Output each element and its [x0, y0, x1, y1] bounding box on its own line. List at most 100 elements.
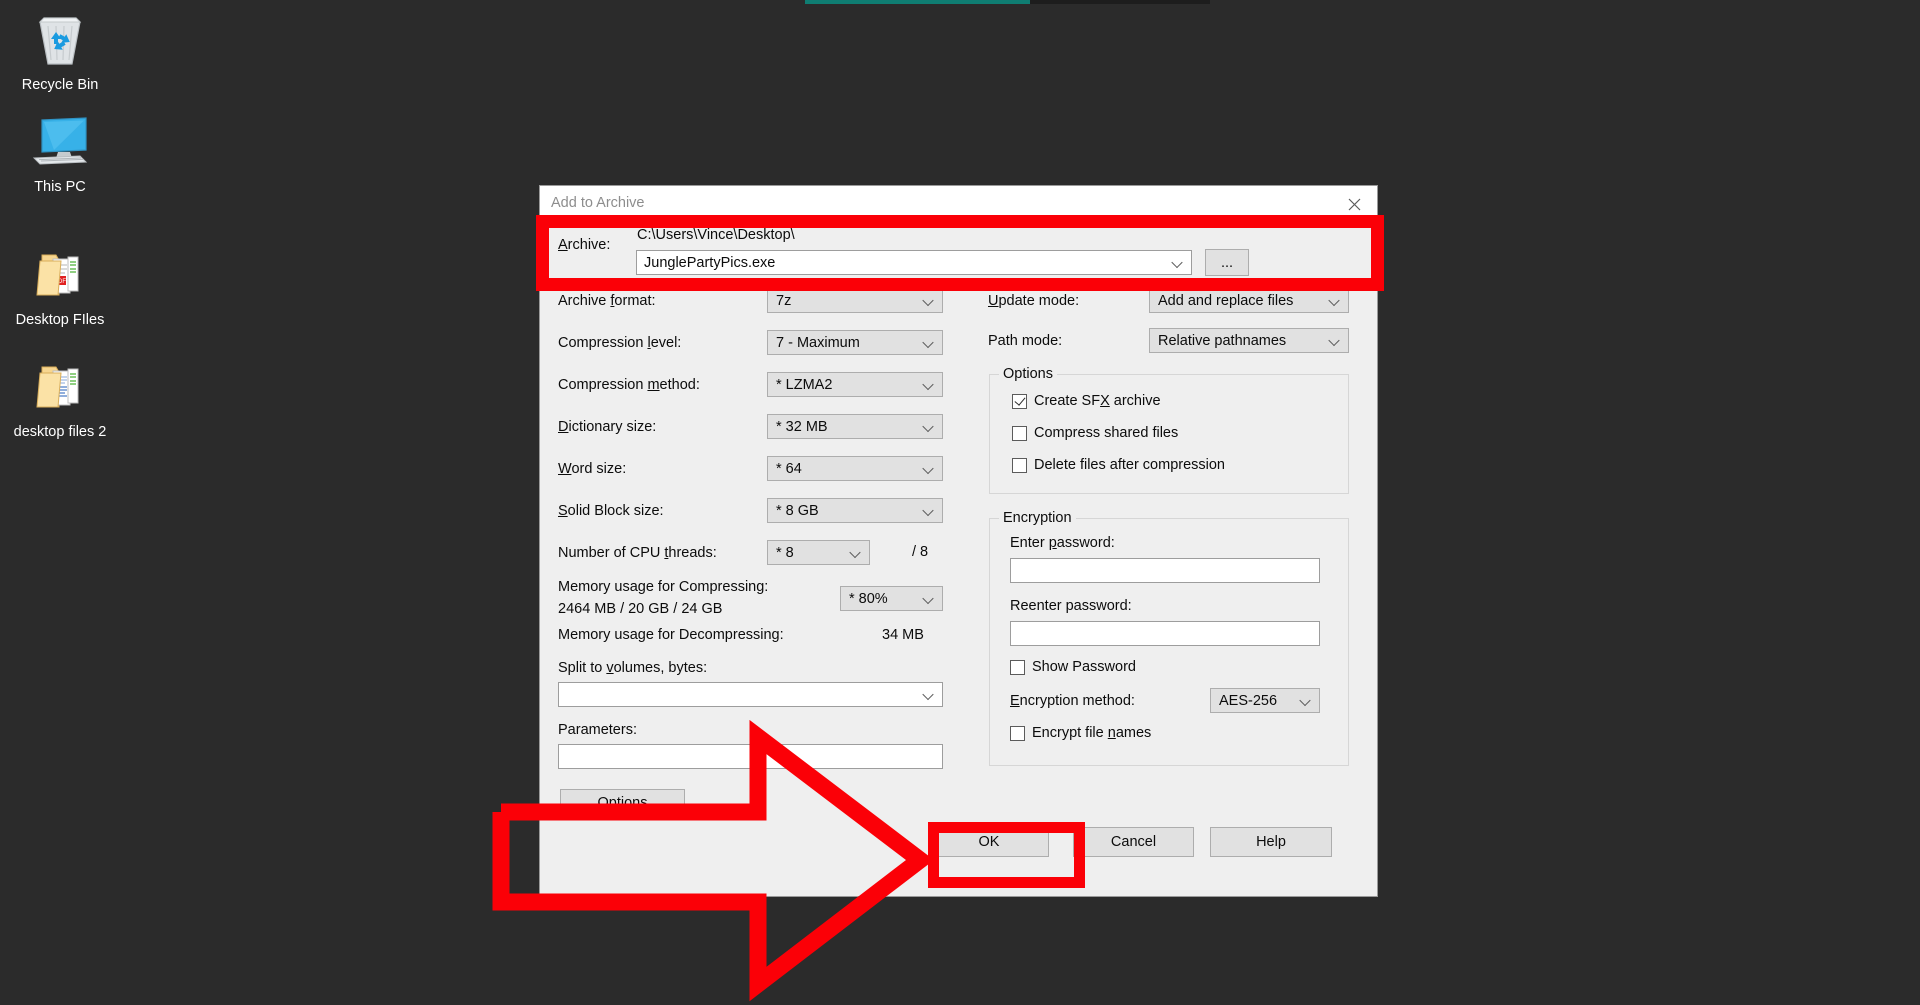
compression-level-value: 7 - Maximum: [776, 334, 860, 351]
compression-method-value: * LZMA2: [776, 376, 833, 393]
memory-compress-label: Memory usage for Compressing:: [558, 579, 769, 595]
options-button[interactable]: Options: [560, 789, 685, 817]
checkbox-box: [1012, 425, 1027, 441]
show-password-label: Show Password: [1032, 659, 1136, 675]
checkbox-box: [1010, 659, 1025, 675]
compress-shared-files-label: Compress shared files: [1034, 425, 1179, 441]
encrypt-file-names-checkbox[interactable]: Encrypt file names: [1010, 725, 1151, 741]
dialog-titlebar[interactable]: Add to Archive: [540, 186, 1377, 222]
ok-button[interactable]: OK: [929, 827, 1049, 857]
chevron-down-icon: [924, 421, 935, 432]
update-mode-value: Add and replace files: [1158, 292, 1294, 309]
reenter-password-label: Reenter password:: [1010, 598, 1132, 614]
archive-format-label: Archive format:: [558, 293, 656, 309]
chevron-down-icon: [924, 689, 935, 700]
chevron-down-icon: [924, 463, 935, 474]
desktop-icon-label: Desktop FIles: [15, 312, 105, 328]
cpu-threads-label: Number of CPU threads:: [558, 545, 717, 561]
path-mode-select[interactable]: Relative pathnames: [1149, 328, 1349, 353]
delete-files-after-compression-checkbox[interactable]: Delete files after compression: [1012, 457, 1225, 473]
split-volumes-input[interactable]: [558, 682, 943, 707]
dialog-body: Archive: C:\Users\Vince\Desktop\ JungleP…: [540, 222, 1377, 896]
browse-button-label: ...: [1220, 254, 1234, 271]
desktop-icon-label: This PC: [34, 179, 86, 195]
path-mode-label: Path mode:: [988, 333, 1063, 349]
browse-button[interactable]: ...: [1205, 249, 1249, 276]
encrypt-file-names-label: Encrypt file names: [1032, 725, 1152, 741]
add-to-archive-dialog: Add to Archive Archive: C:\Users\Vince\D…: [540, 186, 1377, 896]
path-mode-value: Relative pathnames: [1158, 332, 1287, 349]
options-group-title: Options: [999, 366, 1057, 382]
encryption-groupbox: Encryption Enter password: Reenter passw…: [989, 510, 1349, 766]
close-icon[interactable]: [1331, 186, 1377, 222]
this-pc-icon: [28, 110, 92, 172]
encryption-method-value: AES-256: [1219, 692, 1278, 709]
archive-filename-value: JunglePartyPics.exe: [644, 254, 776, 271]
checkbox-box: [1012, 457, 1027, 473]
desktop-icon-desktop-files-2[interactable]: desktop files 2: [0, 355, 125, 441]
update-mode-select[interactable]: Add and replace files: [1149, 288, 1349, 313]
folder-pdf-icon: PDF: [28, 243, 92, 305]
compression-method-label: Compression method:: [558, 377, 700, 393]
enter-password-input[interactable]: [1010, 558, 1320, 583]
archive-format-select[interactable]: 7z: [767, 288, 943, 313]
options-button-label: Options: [597, 795, 648, 811]
update-mode-label: Update mode:: [988, 293, 1080, 309]
show-password-checkbox[interactable]: Show Password: [1010, 659, 1136, 675]
chevron-down-icon: [1330, 335, 1341, 346]
chevron-down-icon: [1173, 257, 1184, 268]
enter-password-label: Enter password:: [1010, 535, 1115, 551]
encryption-method-label: Encryption method:: [1010, 693, 1135, 709]
top-strip-dark-segment: [1030, 0, 1210, 4]
parameters-input[interactable]: [558, 744, 943, 769]
desktop-icon-label: Recycle Bin: [21, 77, 99, 93]
compress-shared-files-checkbox[interactable]: Compress shared files: [1012, 425, 1178, 441]
memory-compress-value: 2464 MB / 20 GB / 24 GB: [558, 601, 723, 617]
options-groupbox: Options Create SFX archive Compress shar…: [989, 366, 1349, 494]
memory-percent-value: * 80%: [849, 590, 888, 607]
word-size-select[interactable]: * 64: [767, 456, 943, 481]
solid-block-size-select[interactable]: * 8 GB: [767, 498, 943, 523]
memory-decompress-value: 34 MB: [882, 627, 924, 643]
archive-format-value: 7z: [776, 292, 792, 309]
ok-button-label: OK: [978, 834, 1000, 850]
screen-top-strip: [0, 0, 1920, 5]
parameters-label: Parameters:: [558, 722, 637, 738]
chevron-down-icon: [1301, 695, 1312, 706]
folder-docs-icon: [28, 355, 92, 417]
dictionary-size-select[interactable]: * 32 MB: [767, 414, 943, 439]
desktop-icon-this-pc[interactable]: This PC: [0, 110, 125, 196]
memory-decompress-label: Memory usage for Decompressing:: [558, 627, 784, 643]
compression-level-label: Compression level:: [558, 335, 682, 351]
memory-percent-select[interactable]: * 80%: [840, 586, 943, 611]
archive-path-text: C:\Users\Vince\Desktop\: [637, 227, 795, 243]
dictionary-size-value: * 32 MB: [776, 418, 828, 435]
solid-block-size-value: * 8 GB: [776, 502, 819, 519]
compression-method-select[interactable]: * LZMA2: [767, 372, 943, 397]
desktop-icon-recycle-bin[interactable]: Recycle Bin: [0, 8, 125, 94]
recycle-bin-icon: [28, 8, 92, 70]
chevron-down-icon: [924, 337, 935, 348]
encryption-group-title: Encryption: [999, 510, 1076, 526]
chevron-down-icon: [924, 379, 935, 390]
chevron-down-icon: [924, 295, 935, 306]
checkbox-box: [1012, 393, 1027, 409]
desktop-icon-desktop-files[interactable]: PDF Desktop FIles: [0, 243, 125, 329]
reenter-password-input[interactable]: [1010, 621, 1320, 646]
help-button-label: Help: [1256, 834, 1286, 850]
cancel-button[interactable]: Cancel: [1073, 827, 1194, 857]
compression-level-select[interactable]: 7 - Maximum: [767, 330, 943, 355]
archive-filename-input[interactable]: JunglePartyPics.exe: [636, 250, 1192, 275]
cpu-threads-select[interactable]: * 8: [767, 540, 870, 565]
archive-label: Archive:: [558, 237, 611, 253]
dictionary-size-label: Dictionary size:: [558, 419, 657, 435]
checkbox-box: [1010, 725, 1025, 741]
create-sfx-archive-checkbox[interactable]: Create SFX archive: [1012, 393, 1161, 409]
word-size-value: * 64: [776, 460, 802, 477]
split-volumes-label: Split to volumes, bytes:: [558, 660, 708, 676]
encryption-method-select[interactable]: AES-256: [1210, 688, 1320, 713]
help-button[interactable]: Help: [1210, 827, 1332, 857]
cpu-threads-total: / 8: [912, 544, 929, 560]
cancel-button-label: Cancel: [1110, 834, 1157, 850]
chevron-down-icon: [924, 593, 935, 604]
